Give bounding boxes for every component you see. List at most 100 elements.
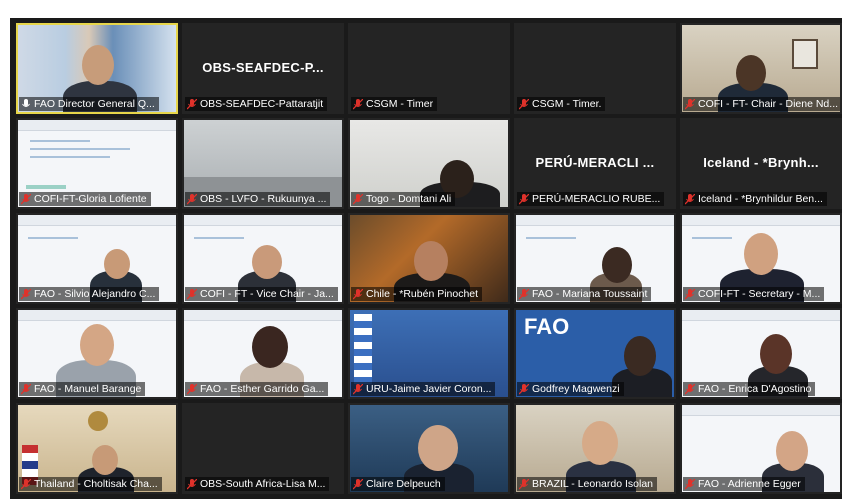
slide-line	[526, 237, 576, 239]
microphone-muted-icon	[21, 383, 31, 394]
participant-name-label: Chile - *Rubén Pinochet	[351, 287, 483, 301]
participant-tile[interactable]: BRAZIL - Leonardo Isolan	[514, 403, 676, 494]
microphone-muted-icon	[519, 383, 529, 394]
participant-name: FAO - Silvio Alejandro C...	[34, 288, 156, 300]
participant-name: URU-Jaime Javier Coron...	[366, 383, 492, 395]
participant-tile[interactable]: COFI-FT - Secretary - M...	[680, 213, 842, 304]
participant-name: Chile - *Rubén Pinochet	[366, 288, 479, 300]
person-head	[602, 247, 632, 283]
participant-tile[interactable]: FAO - Silvio Alejandro C...	[16, 213, 178, 304]
participant-tile[interactable]: FAO - Adrienne Egger	[680, 403, 842, 494]
participant-display-name: PERÚ-MERACLI ...	[535, 155, 655, 170]
microphone-muted-icon	[519, 288, 529, 299]
slide-header	[18, 310, 176, 321]
microphone-muted-icon	[685, 383, 695, 394]
microphone-muted-icon	[685, 98, 695, 109]
participant-name: Iceland - *Brynhildur Ben...	[698, 193, 823, 205]
participant-tile[interactable]: Chile - *Rubén Pinochet	[348, 213, 510, 304]
slide-header	[184, 215, 342, 226]
participant-tile[interactable]: COFI - FT- Chair - Diene Nd...	[680, 23, 842, 114]
person-head	[582, 421, 618, 465]
participant-tile[interactable]: OBS-SEAFDEC-P... OBS-SEAFDEC-Pattaratjit	[182, 23, 344, 114]
participant-name-label: PERÚ-MERACLIO RUBE...	[517, 192, 665, 206]
microphone-muted-icon	[685, 193, 695, 204]
participant-tile[interactable]: PERÚ-MERACLI ... PERÚ-MERACLIO RUBE...	[514, 118, 676, 209]
slide-header	[516, 215, 674, 226]
participant-name-label: COFI-FT-Gloria Lofiente	[19, 192, 151, 206]
microphone-muted-icon	[21, 288, 31, 299]
microphone-muted-icon	[519, 193, 529, 204]
participant-name-label: FAO Director General Q...	[19, 97, 159, 111]
video-gallery: FAO Director General Q... OBS-SEAFDEC-P.…	[10, 18, 842, 499]
microphone-muted-icon	[187, 478, 197, 489]
participant-name-label: Godfrey Magwenzi	[517, 382, 624, 396]
participant-tile[interactable]: FAO - Esther Garrido Ga...	[182, 308, 344, 399]
slide-header	[18, 215, 176, 226]
participant-name: FAO - Esther Garrido Ga...	[200, 383, 325, 395]
person-head	[252, 245, 282, 279]
participant-tile[interactable]: CSGM - Timer.	[514, 23, 676, 114]
participant-name: FAO Director General Q...	[34, 98, 155, 110]
participant-name-label: FAO - Esther Garrido Ga...	[185, 382, 329, 396]
participant-name: FAO - Adrienne Egger	[698, 478, 801, 490]
participant-tile[interactable]: URU-Jaime Javier Coron...	[348, 308, 510, 399]
participant-name-label: COFI - FT - Vice Chair - Ja...	[185, 287, 338, 301]
participant-tile[interactable]: COFI-FT-Gloria Lofiente	[16, 118, 178, 209]
participant-name-label: FAO - Adrienne Egger	[683, 477, 805, 491]
person-head	[252, 326, 288, 368]
person-head	[104, 249, 130, 279]
participant-tile[interactable]: OBS - LVFO - Rukuunya ...	[182, 118, 344, 209]
slide-line	[692, 237, 732, 239]
microphone-muted-icon	[685, 478, 695, 489]
participant-name-label: OBS-South Africa-Lisa M...	[185, 477, 330, 491]
person-head	[92, 445, 118, 475]
participant-name: FAO - Enrica D'Agostino	[698, 383, 812, 395]
microphone-muted-icon	[353, 98, 363, 109]
microphone-muted-icon	[519, 98, 529, 109]
participant-display-name: Iceland - *Brynh...	[703, 155, 819, 170]
participant-tile[interactable]: Iceland - *Brynh... Iceland - *Brynhildu…	[680, 118, 842, 209]
participant-tile[interactable]: CSGM - Timer	[348, 23, 510, 114]
emblem	[88, 411, 108, 431]
participant-name-label: OBS-SEAFDEC-Pattaratjit	[185, 97, 328, 111]
microphone-muted-icon	[187, 98, 197, 109]
participant-name-label: Togo - Domtani Ali	[351, 192, 456, 206]
slide-header	[682, 310, 840, 321]
participant-name-label: FAO - Manuel Barange	[19, 382, 146, 396]
participant-name: COFI - FT- Chair - Diene Nd...	[698, 98, 839, 110]
participant-tile[interactable]: Togo - Domtani Ali	[348, 118, 510, 209]
participant-tile[interactable]: OBS-South Africa-Lisa M...	[182, 403, 344, 494]
participant-name: BRAZIL - Leonardo Isolan	[532, 478, 654, 490]
participant-name-label: URU-Jaime Javier Coron...	[351, 382, 496, 396]
participant-name: FAO - Manuel Barange	[34, 383, 142, 395]
participant-tile[interactable]: Thailand - Choltisak Cha...	[16, 403, 178, 494]
participant-tile[interactable]: Claire Delpeuch	[348, 403, 510, 494]
participant-tile[interactable]: COFI - FT - Vice Chair - Ja...	[182, 213, 344, 304]
participant-name: COFI-FT-Gloria Lofiente	[34, 193, 147, 205]
participant-name: Thailand - Choltisak Cha...	[34, 478, 158, 490]
person-head	[82, 45, 114, 85]
person-head	[744, 233, 778, 275]
slide-header	[682, 405, 840, 416]
participant-name: CSGM - Timer	[366, 98, 434, 110]
participant-name: OBS - LVFO - Rukuunya ...	[200, 193, 327, 205]
slide-header	[682, 215, 840, 226]
participant-name: OBS-South Africa-Lisa M...	[200, 478, 326, 490]
participant-name: Togo - Domtani Ali	[366, 193, 452, 205]
fao-logo-text: FAO	[524, 314, 570, 339]
flag	[354, 314, 372, 384]
participant-tile[interactable]: FAO Director General Q...	[16, 23, 178, 114]
participant-display-name: OBS-SEAFDEC-P...	[202, 60, 324, 75]
participant-tile[interactable]: FAO Godfrey Magwenzi	[514, 308, 676, 399]
slide-footer	[26, 185, 66, 189]
wall-picture	[792, 39, 818, 69]
person-head	[736, 55, 766, 91]
participant-name-label: Thailand - Choltisak Cha...	[19, 477, 162, 491]
participant-name: PERÚ-MERACLIO RUBE...	[532, 193, 661, 205]
participant-tile[interactable]: FAO - Mariana Toussaint	[514, 213, 676, 304]
participant-tile[interactable]: FAO - Enrica D'Agostino	[680, 308, 842, 399]
microphone-muted-icon	[187, 288, 197, 299]
microphone-muted-icon	[353, 383, 363, 394]
participant-tile[interactable]: FAO - Manuel Barange	[16, 308, 178, 399]
participant-name-label: Claire Delpeuch	[351, 477, 445, 491]
